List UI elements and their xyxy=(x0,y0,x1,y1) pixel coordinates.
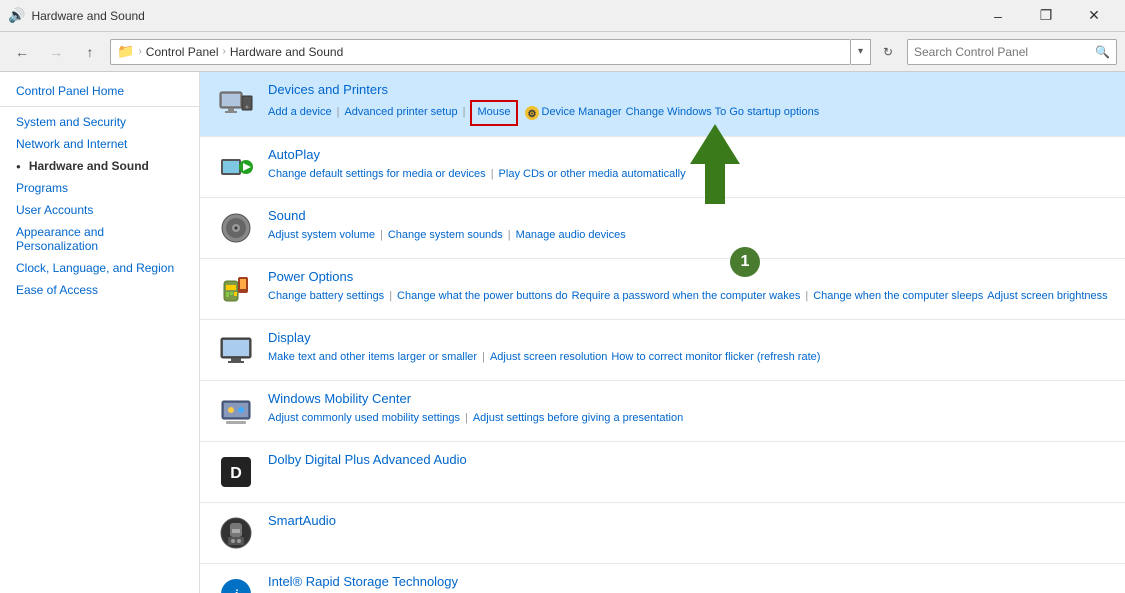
sound-title[interactable]: Sound xyxy=(268,208,1109,223)
display-links: Make text and other items larger or smal… xyxy=(268,348,1109,368)
mobility-settings-link[interactable]: Adjust commonly used mobility settings xyxy=(268,409,460,429)
section-intel-content: Intel® Rapid Storage Technology xyxy=(268,574,1109,592)
content-area: 1 Devices and Printers Add a device | xyxy=(200,72,1125,593)
breadcrumb-control-panel[interactable]: Control Panel xyxy=(146,45,219,59)
back-button[interactable]: ← xyxy=(8,38,36,66)
mobility-links: Adjust commonly used mobility settings |… xyxy=(268,409,1109,429)
section-sound-content: Sound Adjust system volume | Change syst… xyxy=(268,208,1109,246)
power-brightness-link[interactable]: Adjust screen brightness xyxy=(987,287,1107,307)
icon-dolby: D xyxy=(216,452,256,492)
sidebar-item-hardware: Hardware and Sound xyxy=(0,155,199,177)
icon-sound xyxy=(216,208,256,248)
win-to-go-link[interactable]: Change Windows To Go startup options xyxy=(626,103,820,123)
minimize-button[interactable]: – xyxy=(975,0,1021,32)
up-button[interactable]: ↑ xyxy=(76,38,104,66)
devices-links: Add a device | Advanced printer setup | … xyxy=(268,100,1109,126)
sidebar-item-home[interactable]: Control Panel Home xyxy=(0,80,199,102)
restore-button[interactable]: ❐ xyxy=(1023,0,1069,32)
window-title: Hardware and Sound xyxy=(31,9,144,23)
power-battery-link[interactable]: Change battery settings xyxy=(268,287,384,307)
section-power-content: Power Options Change battery settings | … xyxy=(268,269,1109,307)
section-intel: i Intel® Rapid Storage Technology xyxy=(200,564,1125,593)
section-display-content: Display Make text and other items larger… xyxy=(268,330,1109,368)
main-layout: Control Panel Home System and Security N… xyxy=(0,72,1125,593)
search-input[interactable] xyxy=(914,45,1091,59)
address-path: 📁 › Control Panel › Hardware and Sound xyxy=(110,39,851,65)
folder-icon: 📁 xyxy=(117,43,134,60)
section-autoplay: AutoPlay Change default settings for med… xyxy=(200,137,1125,198)
icon-autoplay xyxy=(216,147,256,187)
close-button[interactable]: ✕ xyxy=(1071,0,1117,32)
sidebar-item-network[interactable]: Network and Internet xyxy=(0,133,199,155)
dolby-title[interactable]: Dolby Digital Plus Advanced Audio xyxy=(268,452,1109,467)
autoplay-default-link[interactable]: Change default settings for media or dev… xyxy=(268,165,486,185)
section-display: Display Make text and other items larger… xyxy=(200,320,1125,381)
svg-text:D: D xyxy=(230,465,242,482)
icon-mobility xyxy=(216,391,256,431)
sidebar-item-ease[interactable]: Ease of Access xyxy=(0,279,199,301)
device-manager-link[interactable]: Device Manager xyxy=(542,103,622,123)
sound-sounds-link[interactable]: Change system sounds xyxy=(388,226,503,246)
sidebar-item-programs[interactable]: Programs xyxy=(0,177,199,199)
sidebar-item-clock[interactable]: Clock, Language, and Region xyxy=(0,257,199,279)
section-mobility-content: Windows Mobility Center Adjust commonly … xyxy=(268,391,1109,429)
address-chevron[interactable]: ▾ xyxy=(851,39,871,65)
display-flicker-link[interactable]: How to correct monitor flicker (refresh … xyxy=(611,348,820,368)
mobility-title[interactable]: Windows Mobility Center xyxy=(268,391,1109,406)
section-autoplay-content: AutoPlay Change default settings for med… xyxy=(268,147,1109,185)
section-smartaudio: SmartAudio xyxy=(200,503,1125,564)
address-bar: ← → ↑ 📁 › Control Panel › Hardware and S… xyxy=(0,32,1125,72)
section-smartaudio-content: SmartAudio xyxy=(268,513,1109,531)
sound-manage-link[interactable]: Manage audio devices xyxy=(516,226,626,246)
icon-smartaudio xyxy=(216,513,256,553)
add-device-link[interactable]: Add a device xyxy=(268,103,332,123)
sidebar-divider-1 xyxy=(0,106,199,107)
autoplay-links: Change default settings for media or dev… xyxy=(268,165,1109,185)
printer-setup-link[interactable]: Advanced printer setup xyxy=(344,103,457,123)
search-icon: 🔍 xyxy=(1095,45,1110,59)
power-password-link[interactable]: Require a password when the computer wak… xyxy=(572,287,801,307)
icon-intel: i xyxy=(216,574,256,593)
section-power: Power Options Change battery settings | … xyxy=(200,259,1125,320)
power-buttons-link[interactable]: Change what the power buttons do xyxy=(397,287,568,307)
sidebar-item-appearance[interactable]: Appearance and Personalization xyxy=(0,221,199,257)
sound-links: Adjust system volume | Change system sou… xyxy=(268,226,1109,246)
devices-title[interactable]: Devices and Printers xyxy=(268,82,1109,97)
section-devices-content: Devices and Printers Add a device | Adva… xyxy=(268,82,1109,126)
display-res-link[interactable]: Adjust screen resolution xyxy=(490,348,607,368)
svg-text:i: i xyxy=(234,587,238,593)
display-title[interactable]: Display xyxy=(268,330,1109,345)
smartaudio-title[interactable]: SmartAudio xyxy=(268,513,1109,528)
display-size-link[interactable]: Make text and other items larger or smal… xyxy=(268,348,477,368)
autoplay-title[interactable]: AutoPlay xyxy=(268,147,1109,162)
section-dolby: D Dolby Digital Plus Advanced Audio xyxy=(200,442,1125,503)
autoplay-play-link[interactable]: Play CDs or other media automatically xyxy=(499,165,686,185)
window-icon: 🔊 xyxy=(8,7,25,24)
mobility-present-link[interactable]: Adjust settings before giving a presenta… xyxy=(473,409,683,429)
intel-title[interactable]: Intel® Rapid Storage Technology xyxy=(268,574,1109,589)
power-sleep-link[interactable]: Change when the computer sleeps xyxy=(813,287,983,307)
mouse-link[interactable]: Mouse xyxy=(470,100,517,126)
section-devices: Devices and Printers Add a device | Adva… xyxy=(200,72,1125,137)
sound-volume-link[interactable]: Adjust system volume xyxy=(268,226,375,246)
forward-button[interactable]: → xyxy=(42,38,70,66)
power-links: Change battery settings | Change what th… xyxy=(268,287,1109,307)
icon-power xyxy=(216,269,256,309)
section-mobility: Windows Mobility Center Adjust commonly … xyxy=(200,381,1125,442)
sidebar-item-user[interactable]: User Accounts xyxy=(0,199,199,221)
title-bar-left: 🔊 Hardware and Sound xyxy=(8,7,145,24)
refresh-button[interactable]: ↻ xyxy=(875,39,901,65)
svg-text:⚙: ⚙ xyxy=(527,109,536,120)
icon-devices xyxy=(216,82,256,122)
section-sound: Sound Adjust system volume | Change syst… xyxy=(200,198,1125,259)
breadcrumb-current: Hardware and Sound xyxy=(230,45,343,59)
section-dolby-content: Dolby Digital Plus Advanced Audio xyxy=(268,452,1109,470)
title-bar: 🔊 Hardware and Sound – ❐ ✕ xyxy=(0,0,1125,32)
sidebar: Control Panel Home System and Security N… xyxy=(0,72,200,593)
title-bar-controls: – ❐ ✕ xyxy=(975,0,1117,32)
icon-display xyxy=(216,330,256,370)
power-title[interactable]: Power Options xyxy=(268,269,1109,284)
sidebar-item-system[interactable]: System and Security xyxy=(0,111,199,133)
search-box: 🔍 xyxy=(907,39,1117,65)
